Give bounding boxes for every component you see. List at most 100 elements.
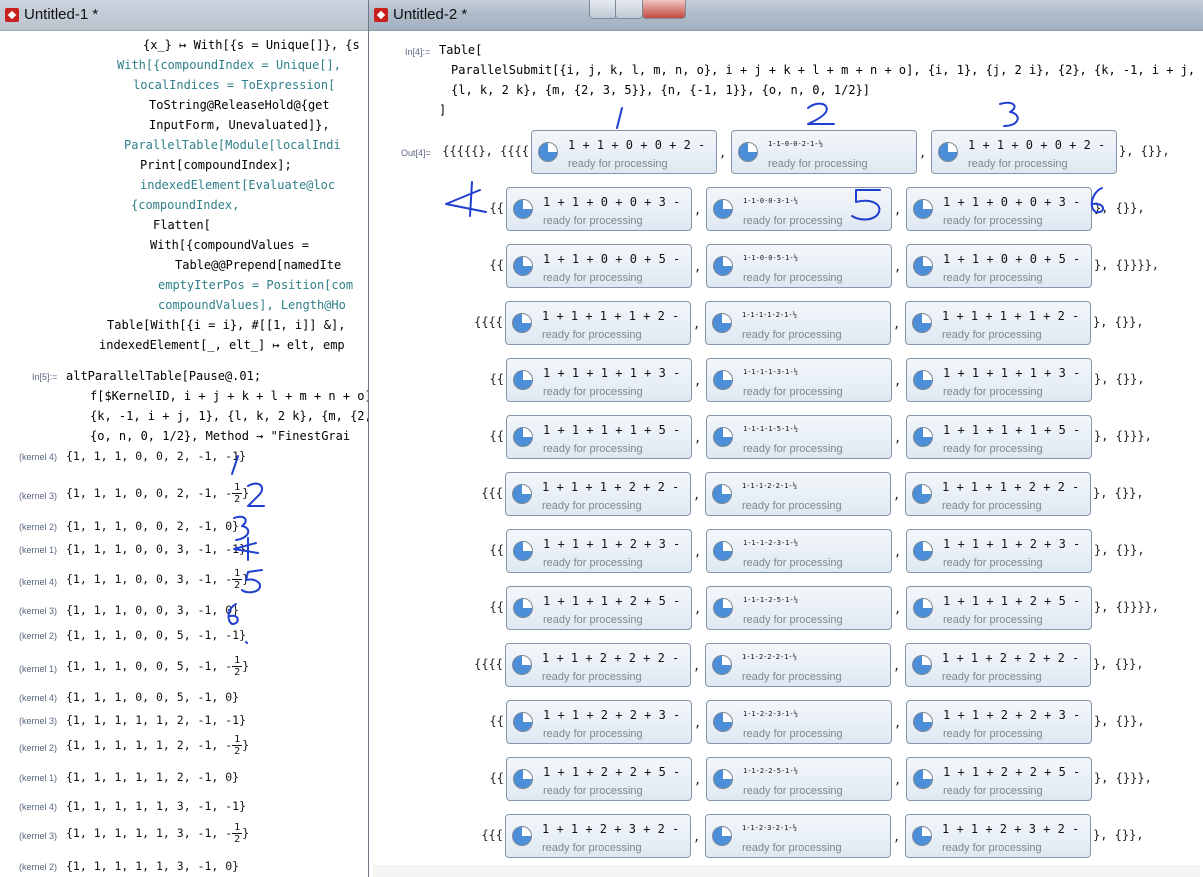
evaluation-object-card[interactable]: 1-1-1-2-3-1-½ ready for processing	[706, 529, 892, 573]
card-status: ready for processing	[743, 785, 843, 797]
card-status: ready for processing	[543, 215, 643, 227]
progress-clock-icon	[913, 199, 933, 219]
evaluation-object-card[interactable]: 1 + 1 + 1 + 1 + 5 - 1 + 0 ready for proce…	[906, 415, 1092, 459]
list-brackets-open: {{	[489, 543, 504, 557]
notebook-window-untitled-2[interactable]: Untitled-2 * In[4]:= Table[ParallelSubmit…	[368, 0, 1203, 877]
evaluation-object-card[interactable]: 1 + 1 + 1 + 2 + 2 - 1 - 1 ready for proce…	[505, 472, 691, 516]
code-line[interactable]: {compoundIndex,	[131, 196, 239, 214]
evaluation-object-card[interactable]: 1-1-2-2-5-1-½ ready for processing	[706, 757, 892, 801]
close-button[interactable]	[642, 0, 686, 19]
list-brackets-close: }, {}},	[1093, 657, 1144, 671]
input-line-in5[interactable]: {k, -1, i + j, 1}, {l, k, 2 k}, {m, {2,	[90, 407, 368, 425]
evaluation-object-card[interactable]: 1 + 1 + 2 + 3 + 2 - 1 - 1 ready for proce…	[505, 814, 691, 858]
title-bar-right[interactable]: Untitled-2 *	[369, 0, 1203, 31]
code-line[interactable]: localIndices = ToExpression[	[133, 76, 335, 94]
card-expression: 1-1-2-2-3-1-½	[743, 710, 798, 718]
evaluation-object-card[interactable]: 1 + 1 + 2 + 2 + 3 - 1 - 1 ready for proce…	[506, 700, 692, 744]
card-status: ready for processing	[543, 614, 643, 626]
comma-separator: ,	[694, 545, 702, 559]
evaluation-object-card[interactable]: 1 + 1 + 0 + 0 + 5 - 1 - 1 ready for proce…	[506, 244, 692, 288]
evaluation-object-card[interactable]: 1 + 1 + 2 + 2 + 2 - 1 + 0 ready for proce…	[905, 643, 1091, 687]
evaluation-object-card[interactable]: 1 + 1 + 1 + 1 + 5 - 1 - 1 ready for proce…	[506, 415, 692, 459]
evaluation-object-card[interactable]: 1 + 1 + 0 + 0 + 2 - 1 - 1 ready for proce…	[531, 130, 717, 174]
kernel-output: {1, 1, 1, 1, 1, 3, -1, -1 2}	[66, 822, 249, 845]
input-line-in4[interactable]: {l, k, 2 k}, {m, {2, 3, 5}}, {n, {-1, 1}…	[451, 81, 870, 99]
evaluation-object-card[interactable]: 1-1-0-0-3-1-½ ready for processing	[706, 187, 892, 231]
code-line[interactable]: emptyIterPos = Position[com	[158, 276, 353, 294]
maximize-button[interactable]	[615, 0, 643, 19]
code-line[interactable]: Print[compoundIndex];	[140, 156, 292, 174]
kernel-label: (kernel 2)	[19, 743, 58, 753]
progress-clock-icon	[913, 541, 933, 561]
card-status: ready for processing	[968, 158, 1068, 170]
kernel-label: (kernel 4)	[19, 693, 58, 703]
code-line[interactable]: indexedElement[Evaluate@loc	[140, 176, 335, 194]
evaluation-object-card[interactable]: 1-1-1-2-2-1-½ ready for processing	[705, 472, 891, 516]
code-line[interactable]: Flatten[	[153, 216, 211, 234]
code-line[interactable]: compoundValues], Length@Ho	[158, 296, 346, 314]
code-line[interactable]: Table@@Prepend[namedIte	[175, 256, 341, 274]
evaluation-object-card[interactable]: 1-1-0-0-2-1-½ ready for processing	[731, 130, 917, 174]
evaluation-object-card[interactable]: 1 + 1 + 1 + 2 + 3 - 1 + 0 ready for proce…	[906, 529, 1092, 573]
evaluation-object-card[interactable]: 1-1-1-1-3-1-½ ready for processing	[706, 358, 892, 402]
evaluation-object-card[interactable]: 1 + 1 + 0 + 0 + 5 - 1 + 0 ready for proce…	[906, 244, 1092, 288]
notebook-content-left[interactable]: {x_} ↦ With[{s = Unique[]}, {s With[{comp…	[0, 31, 368, 877]
evaluation-object-card[interactable]: 1 + 1 + 1 + 2 + 3 - 1 - 1 ready for proce…	[506, 529, 692, 573]
evaluation-object-card[interactable]: 1 + 1 + 0 + 0 + 2 - 1 + 0 ready for proce…	[931, 130, 1117, 174]
code-line[interactable]: InputForm, Unevaluated]},	[149, 116, 330, 134]
evaluation-object-card[interactable]: 1 + 1 + 0 + 0 + 3 - 1 + 0 ready for proce…	[906, 187, 1092, 231]
evaluation-object-card[interactable]: 1 + 1 + 1 + 1 + 2 - 1 + 0 ready for proce…	[905, 301, 1091, 345]
input-line-in4[interactable]: Table[	[439, 41, 482, 59]
evaluation-object-card[interactable]: 1-1-2-2-2-1-½ ready for processing	[705, 643, 891, 687]
input-line-in5[interactable]: f[$KernelID, i + j + k + l + m + n + o],…	[90, 387, 368, 405]
evaluation-object-card[interactable]: 1 + 1 + 1 + 2 + 5 - 1 + 0 ready for proce…	[906, 586, 1092, 630]
code-line[interactable]: With[{compoundIndex = Unique[],	[117, 56, 341, 74]
notebook-page[interactable]: In[4]:= Table[ParallelSubmit[{i, j, k, l,…	[373, 31, 1203, 865]
progress-clock-icon	[513, 769, 533, 789]
evaluation-object-card[interactable]: 1 + 1 + 1 + 1 + 2 - 1 - 1 ready for proce…	[505, 301, 691, 345]
card-expression: 1 + 1 + 1 + 1 + 2 - 1 - 1	[542, 309, 680, 323]
input-line-in4[interactable]: ]	[439, 101, 446, 119]
notebook-window-untitled-1[interactable]: Untitled-1 * {x_} ↦ With[{s = Unique[]},…	[0, 0, 369, 877]
evaluation-object-card[interactable]: 1-1-1-1-2-1-½ ready for processing	[705, 301, 891, 345]
notebook-content-right[interactable]: In[4]:= Table[ParallelSubmit[{i, j, k, l,…	[373, 31, 1203, 877]
evaluation-object-card[interactable]: 1 + 1 + 1 + 1 + 3 - 1 - 1 ready for proce…	[506, 358, 692, 402]
code-line[interactable]: ParallelTable[Module[localIndi	[124, 136, 341, 154]
code-line[interactable]: indexedElement[_, elt_] ↦ elt, emp	[99, 336, 345, 354]
progress-clock-icon	[512, 484, 532, 504]
evaluation-object-card[interactable]: 1 + 1 + 2 + 3 + 2 - 1 + 0 ready for proce…	[905, 814, 1091, 858]
progress-clock-icon	[713, 541, 733, 561]
evaluation-object-card[interactable]: 1-1-0-0-5-1-½ ready for processing	[706, 244, 892, 288]
evaluation-object-card[interactable]: 1-1-2-2-3-1-½ ready for processing	[706, 700, 892, 744]
card-expression: 1 + 1 + 1 + 2 + 3 - 1 - 1	[543, 537, 681, 551]
evaluation-object-card[interactable]: 1 + 1 + 1 + 1 + 3 - 1 + 0 ready for proce…	[906, 358, 1092, 402]
fraction-numerator: 1	[232, 822, 243, 834]
code-line[interactable]: With[{compoundValues =	[150, 236, 309, 254]
input-label-in5: In[5]:=	[32, 372, 58, 382]
card-expression: 1 + 1 + 1 + 1 + 5 - 1 + 0	[943, 423, 1081, 437]
code-line[interactable]: ToString@ReleaseHold@{get	[149, 96, 330, 114]
evaluation-object-card[interactable]: 1 + 1 + 2 + 2 + 5 - 1 - 1 ready for proce…	[506, 757, 692, 801]
progress-clock-icon	[513, 370, 533, 390]
comma-separator: ,	[694, 431, 702, 445]
input-line-in5[interactable]: {o, n, 0, 1/2}, Method → "FinestGrai	[90, 427, 350, 445]
evaluation-object-card[interactable]: 1 + 1 + 2 + 2 + 3 - 1 + 0 ready for proce…	[906, 700, 1092, 744]
code-line[interactable]: Table[With[{i = i}, #[[1, i]] &],	[107, 316, 345, 334]
evaluation-object-card[interactable]: 1-1-1-2-5-1-½ ready for processing	[706, 586, 892, 630]
title-bar-left[interactable]: Untitled-1 *	[0, 0, 368, 31]
evaluation-object-card[interactable]: 1 + 1 + 1 + 2 + 2 - 1 + 0 ready for proce…	[905, 472, 1091, 516]
evaluation-object-card[interactable]: 1-1-2-3-2-1-½ ready for processing	[705, 814, 891, 858]
evaluation-object-card[interactable]: 1 + 1 + 2 + 2 + 2 - 1 - 1 ready for proce…	[505, 643, 691, 687]
minimize-button[interactable]	[589, 0, 617, 19]
input-line-in5[interactable]: altParallelTable[Pause@.01;	[66, 367, 261, 385]
evaluation-object-card[interactable]: 1 + 1 + 1 + 2 + 5 - 1 - 1 ready for proce…	[506, 586, 692, 630]
progress-clock-icon	[913, 370, 933, 390]
comma-separator: ,	[719, 146, 727, 160]
evaluation-object-card[interactable]: 1-1-1-1-5-1-½ ready for processing	[706, 415, 892, 459]
evaluation-object-card[interactable]: 1 + 1 + 2 + 2 + 5 - 1 + 0 ready for proce…	[906, 757, 1092, 801]
evaluation-object-card[interactable]: 1 + 1 + 0 + 0 + 3 - 1 - 1 ready for proce…	[506, 187, 692, 231]
input-line-in4[interactable]: ParallelSubmit[{i, j, k, l, m, n, o}, i …	[451, 61, 1203, 79]
code-line[interactable]: {x_} ↦ With[{s = Unique[]}, {s	[143, 36, 360, 54]
card-status: ready for processing	[943, 557, 1043, 569]
kernel-label: (kernel 4)	[19, 802, 58, 812]
